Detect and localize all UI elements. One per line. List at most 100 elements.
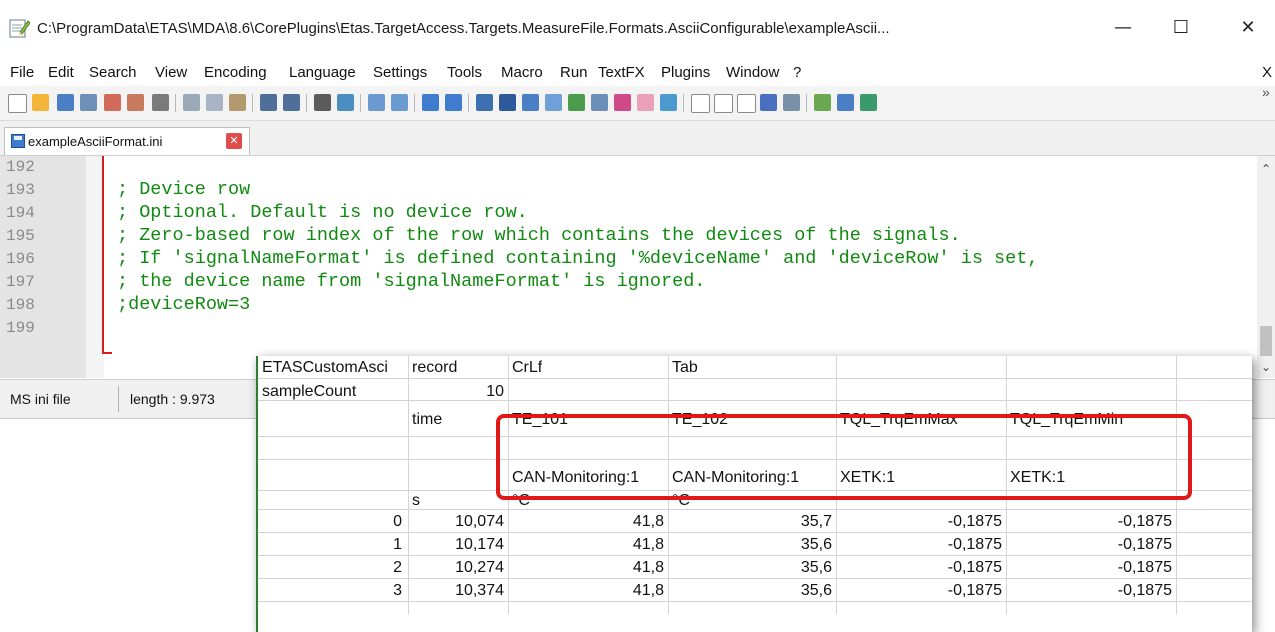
sheet-cell[interactable]: 35,6 (672, 536, 832, 554)
undo-icon[interactable] (260, 94, 277, 111)
scroll-up-icon[interactable]: ⌃ (1261, 162, 1271, 176)
close-file-icon[interactable] (104, 94, 121, 111)
stop-recording-icon[interactable] (714, 94, 733, 113)
sheet-cell[interactable]: 41,8 (512, 513, 664, 531)
tab-close-icon[interactable]: ✕ (226, 133, 242, 149)
sheet-cell[interactable]: CrLf (512, 359, 542, 377)
sheet-cell[interactable]: 10,274 (412, 559, 504, 577)
sheet-cell[interactable]: 3 (262, 582, 402, 600)
sheet-cell[interactable]: 10 (412, 383, 504, 401)
sheet-cell[interactable]: 41,8 (512, 582, 664, 600)
title-bar[interactable]: C:\ProgramData\ETAS\MDA\8.6\CorePlugins\… (0, 0, 1275, 60)
sheet-cell[interactable]: time (412, 411, 442, 429)
new-file-icon[interactable] (8, 94, 27, 113)
menu-view[interactable]: View (155, 64, 187, 81)
replace-icon[interactable] (337, 94, 354, 111)
cut-icon[interactable] (183, 94, 200, 111)
toolbar-overflow-icon[interactable]: » (1262, 84, 1270, 100)
indent-guide-icon[interactable] (522, 94, 539, 111)
code-line[interactable]: ; Optional. Default is no device row. (117, 202, 528, 223)
maximize-button[interactable]: ☐ (1158, 10, 1204, 46)
sheet-cell[interactable]: record (412, 359, 457, 377)
vertical-scrollbar[interactable]: ⌃ ⌄ (1257, 156, 1275, 378)
close-button[interactable]: ✕ (1225, 10, 1271, 46)
code-line[interactable]: ;deviceRow=3 (117, 294, 250, 315)
menu-close-document[interactable]: X (1262, 64, 1272, 81)
folder-as-workspace-icon[interactable] (614, 94, 631, 111)
spell-check-icon[interactable] (814, 94, 831, 111)
plugin-tool-icon[interactable] (837, 94, 854, 111)
tab-exampleasciiformat[interactable]: exampleAsciiFormat.ini ✕ (4, 127, 250, 155)
menu-textfx[interactable]: TextFX (598, 64, 645, 81)
plugin-panel-icon[interactable] (860, 94, 877, 111)
scrollbar-thumb[interactable] (1260, 326, 1272, 356)
sheet-cell[interactable]: ETASCustomAsci (262, 359, 406, 377)
sheet-cell[interactable]: 10,074 (412, 513, 504, 531)
code-line[interactable]: ; Device row (117, 179, 250, 200)
menu-help[interactable]: ? (793, 64, 801, 81)
sheet-cell[interactable]: 2 (262, 559, 402, 577)
function-list-icon[interactable] (591, 94, 608, 111)
sheet-cell[interactable]: -0,1875 (840, 513, 1002, 531)
sheet-cell[interactable]: 10,374 (412, 582, 504, 600)
save-icon[interactable] (57, 94, 74, 111)
copy-icon[interactable] (206, 94, 223, 111)
redo-icon[interactable] (283, 94, 300, 111)
play-macro-icon[interactable] (737, 94, 756, 113)
code-line[interactable]: ; If 'signalNameFormat' is defined conta… (117, 248, 1038, 269)
code-line[interactable]: ; the device name from 'signalNameFormat… (117, 271, 705, 292)
menu-settings[interactable]: Settings (373, 64, 427, 81)
sheet-cell[interactable]: 1 (262, 536, 402, 554)
save-all-icon[interactable] (80, 94, 97, 111)
sheet-cell[interactable]: Tab (672, 359, 698, 377)
show-all-characters-icon[interactable] (499, 94, 516, 111)
sheet-cell[interactable]: -0,1875 (840, 536, 1002, 554)
paste-icon[interactable] (229, 94, 246, 111)
sheet-cell[interactable]: -0,1875 (1010, 513, 1172, 531)
sheet-cell[interactable]: -0,1875 (1010, 536, 1172, 554)
sheet-cell[interactable]: -0,1875 (840, 559, 1002, 577)
menu-run[interactable]: Run (560, 64, 588, 81)
sheet-cell[interactable]: -0,1875 (1010, 582, 1172, 600)
record-macro-icon[interactable] (691, 94, 710, 113)
scroll-down-icon[interactable]: ⌄ (1261, 360, 1271, 374)
user-language-icon[interactable] (545, 94, 562, 111)
unit-cell[interactable]: s (412, 492, 420, 510)
word-wrap-icon[interactable] (476, 94, 493, 111)
menu-edit[interactable]: Edit (48, 64, 74, 81)
document-map-icon[interactable] (568, 94, 585, 111)
zoom-out-icon[interactable] (391, 94, 408, 111)
sheet-cell[interactable]: 35,6 (672, 559, 832, 577)
sheet-cell[interactable]: 10,174 (412, 536, 504, 554)
open-file-icon[interactable] (32, 94, 49, 111)
sheet-cell[interactable]: 35,6 (672, 582, 832, 600)
sync-horizontal-icon[interactable] (445, 94, 462, 111)
sync-vertical-icon[interactable] (422, 94, 439, 111)
run-macro-multiple-icon[interactable] (760, 94, 777, 111)
menu-window[interactable]: Window (726, 64, 779, 81)
menu-plugins[interactable]: Plugins (661, 64, 710, 81)
sheet-cell[interactable]: 0 (262, 513, 402, 531)
menu-language[interactable]: Language (289, 64, 356, 81)
monitoring-icon[interactable] (660, 94, 677, 111)
sheet-cell[interactable]: sampleCount (262, 383, 356, 401)
text-editor[interactable]: 192 193 194 195 196 197 198 199 ; Device… (0, 156, 1275, 378)
zoom-in-icon[interactable] (368, 94, 385, 111)
menu-encoding[interactable]: Encoding (204, 64, 267, 81)
find-icon[interactable] (314, 94, 331, 111)
save-macro-icon[interactable] (783, 94, 800, 111)
sheet-cell[interactable]: 35,7 (672, 513, 832, 531)
menu-search[interactable]: Search (89, 64, 137, 81)
print-icon[interactable] (152, 94, 169, 111)
sheet-cell[interactable]: -0,1875 (1010, 559, 1172, 577)
minimize-button[interactable]: — (1100, 10, 1146, 46)
project-panel-icon[interactable] (637, 94, 654, 111)
menu-macro[interactable]: Macro (501, 64, 543, 81)
close-all-icon[interactable] (127, 94, 144, 111)
code-line[interactable]: ; Zero-based row index of the row which … (117, 225, 961, 246)
sheet-cell[interactable]: 41,8 (512, 559, 664, 577)
menu-file[interactable]: File (10, 64, 34, 81)
menu-tools[interactable]: Tools (447, 64, 482, 81)
sheet-cell[interactable]: 41,8 (512, 536, 664, 554)
sheet-cell[interactable]: -0,1875 (840, 582, 1002, 600)
